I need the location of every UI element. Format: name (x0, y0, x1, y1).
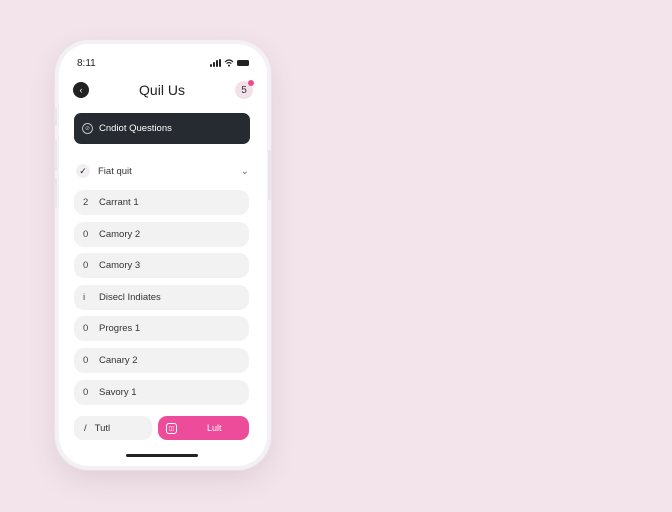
phone-frame: 8:11 ‹ Quil Us 5 ⊘ Cndiot Questions ✓ Fi… (59, 44, 267, 466)
secondary-button[interactable]: / Tutl (74, 416, 152, 440)
list-item-number: 0 (83, 260, 89, 272)
list-item-label: Carrant 1 (99, 197, 139, 208)
list-item-label: Disecl Indiates (99, 291, 161, 303)
section-header[interactable]: ✓ Fiat quit ⌄ (76, 162, 249, 180)
list-item[interactable]: 0 Camory 2 (74, 221, 249, 247)
list-item[interactable]: 2 Carrant 1 (74, 190, 249, 215)
list-item-number: 0 (83, 323, 89, 335)
list-item-label: Savory 1 (99, 386, 137, 398)
list-item[interactable]: 0 Camory 3 (74, 253, 249, 279)
check-icon: ✓ (76, 164, 90, 178)
image-icon: ◫ (166, 422, 177, 434)
secondary-button-icon: / (84, 422, 87, 434)
button-row: / Tutl ◫ Lult (74, 416, 249, 440)
volume-down-button (54, 140, 57, 170)
secondary-button-label: Tutl (94, 422, 111, 434)
list-item-number: 2 (83, 197, 89, 208)
status-icons (210, 59, 249, 67)
status-bar: 8:11 (77, 56, 249, 70)
power-button (268, 150, 271, 200)
avatar-text: 5 (241, 84, 247, 96)
primary-button-label: Lult (207, 423, 222, 433)
list-item[interactable]: 0 Progres 1 (74, 316, 249, 342)
banner-label: Cndiot Questions (99, 123, 172, 134)
list-item[interactable]: i Disecl Indiates (74, 284, 249, 310)
questions-banner[interactable]: ⊘ Cndiot Questions (74, 113, 250, 144)
chevron-down-icon[interactable]: ⌄ (241, 166, 249, 177)
list-item-label: Canary 2 (99, 354, 138, 366)
banner-icon: ⊘ (82, 123, 93, 134)
wifi-icon (224, 59, 234, 67)
home-indicator (126, 454, 198, 457)
page-title: Quil Us (139, 82, 185, 98)
list-item[interactable]: 0 Savory 1 (74, 379, 249, 405)
notification-dot-icon (248, 80, 254, 86)
header: ‹ Quil Us 5 (73, 80, 254, 100)
list-item-number: i (83, 291, 86, 303)
volume-up-button (54, 108, 57, 126)
category-list: 2 Carrant 1 0 Camory 2 0 Camory 3 i Dise… (74, 190, 249, 411)
list-item-label: Camory 3 (99, 260, 141, 272)
volume-down-button (54, 178, 57, 208)
list-item-number: 0 (83, 354, 89, 366)
status-time: 8:11 (77, 57, 96, 69)
list-item-number: 0 (83, 386, 89, 398)
list-item-number: 0 (83, 228, 89, 240)
signal-icon (210, 59, 221, 67)
avatar[interactable]: 5 (235, 80, 254, 99)
list-item[interactable]: 0 Canary 2 (74, 347, 249, 373)
list-item-label: Camory 2 (99, 228, 141, 240)
list-item-label: Progres 1 (99, 323, 141, 335)
back-icon[interactable]: ‹ (73, 82, 89, 98)
section-label: Fiat quit (98, 165, 132, 177)
primary-button[interactable]: ◫ Lult (158, 416, 249, 440)
battery-icon (237, 60, 249, 66)
